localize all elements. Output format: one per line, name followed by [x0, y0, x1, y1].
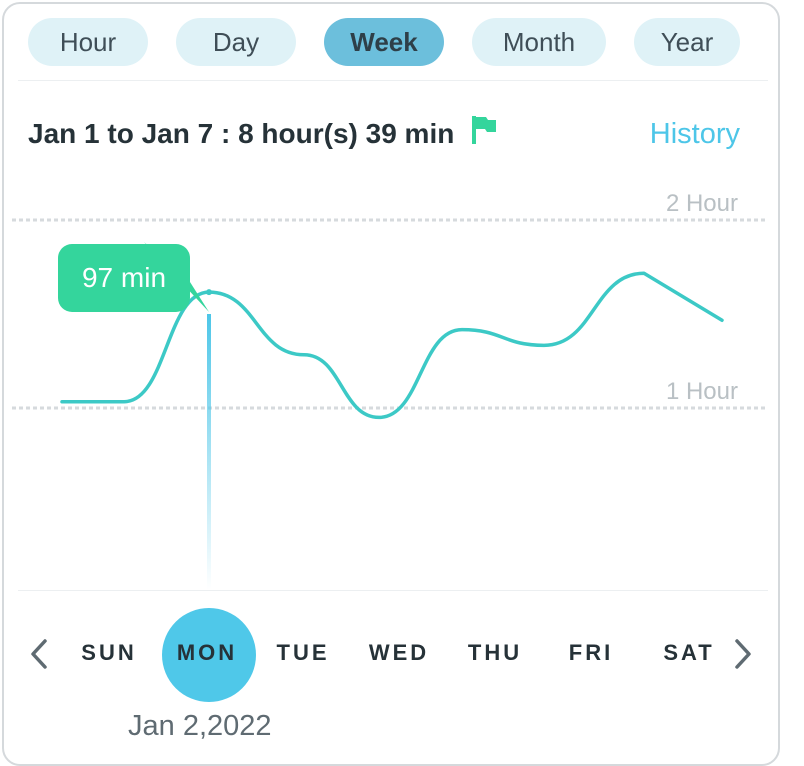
data-point-mon [206, 289, 212, 296]
selected-date: Jan 2,2022 [128, 710, 272, 742]
day-sat[interactable]: SAT [644, 640, 734, 666]
day-tue[interactable]: TUE [258, 640, 348, 666]
selection-cursor-line [207, 314, 211, 590]
screen-time-card: Hour Day Week Month Year Jan 1 to Jan 7 … [2, 2, 780, 766]
day-fri[interactable]: FRI [546, 640, 636, 666]
day-wed[interactable]: WED [354, 640, 444, 666]
chart-divider [18, 590, 768, 591]
day-sun[interactable]: SUN [64, 640, 154, 666]
day-thu[interactable]: THU [450, 640, 540, 666]
value-tooltip: 97 min [58, 244, 190, 312]
day-mon[interactable]: MON [162, 640, 252, 666]
chevron-left-icon[interactable] [24, 632, 54, 676]
